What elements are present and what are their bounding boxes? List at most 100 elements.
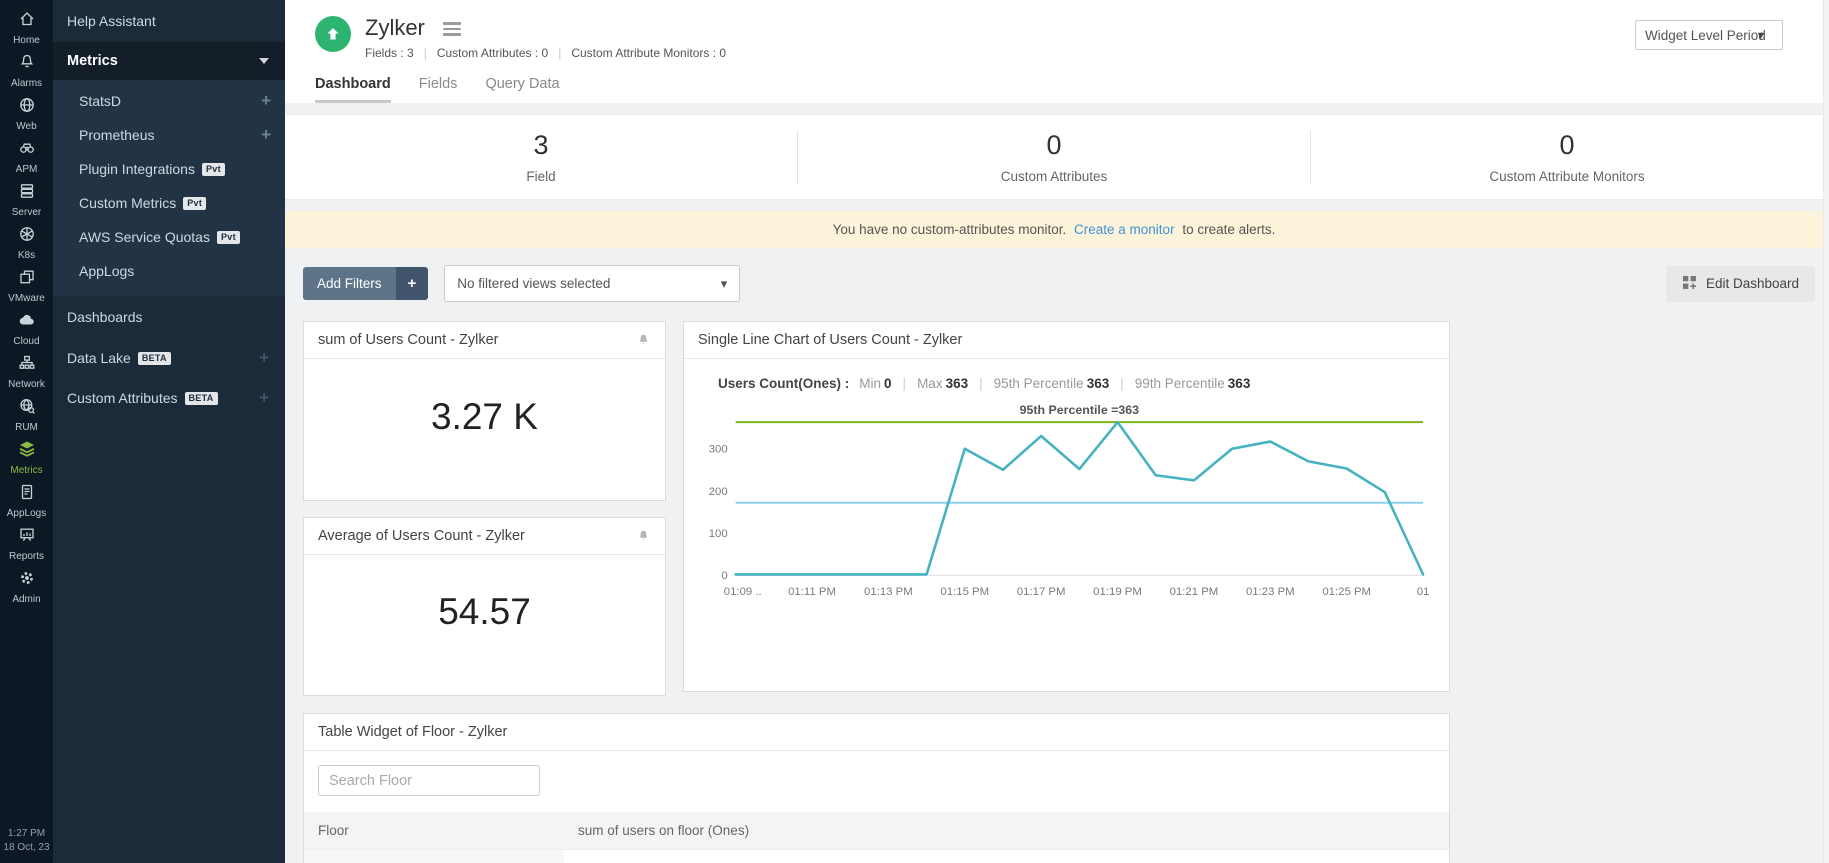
search-floor-input[interactable] bbox=[318, 765, 540, 796]
create-monitor-link[interactable]: Create a monitor bbox=[1074, 222, 1175, 237]
filter-bar: Add Filters + No filtered views selected… bbox=[285, 248, 1829, 317]
rail-item-cloud[interactable]: Cloud bbox=[0, 307, 53, 350]
widget-level-period-select[interactable]: Widget Level Period ▾ bbox=[1635, 20, 1783, 50]
svg-text:200: 200 bbox=[709, 486, 728, 498]
plus-icon[interactable]: + bbox=[261, 92, 271, 109]
svg-text:100: 100 bbox=[709, 528, 728, 540]
widget-title: Table Widget of Floor - Zylker bbox=[318, 724, 508, 740]
beta-badge: BETA bbox=[184, 391, 218, 405]
rail-item-web[interactable]: Web bbox=[0, 92, 53, 135]
svg-text:01: 01 bbox=[1417, 586, 1430, 598]
app-window: Home Alarms Web APM Server K8s VMware Cl… bbox=[0, 0, 1829, 863]
hamburger-menu-icon[interactable] bbox=[442, 20, 461, 36]
vm-stack-icon bbox=[18, 268, 36, 291]
monitor-status-up-icon bbox=[315, 16, 351, 52]
tab-fields[interactable]: Fields bbox=[419, 76, 458, 103]
table-row: 5th 204 bbox=[304, 849, 1449, 863]
pvt-badge: Pvt bbox=[201, 162, 225, 176]
main-content: Zylker Fields : 3 | Custom Attributes : 0 |… bbox=[285, 0, 1829, 863]
layers-icon bbox=[18, 440, 36, 463]
line-chart-canvas: 0 100 200 300 95th Percentile =363 01:09 .. 01… bbox=[709, 403, 1430, 598]
sidebar-item-statsd[interactable]: StatsD + bbox=[53, 84, 285, 118]
svg-text:01:11 PM: 01:11 PM bbox=[788, 586, 836, 598]
rail-item-network[interactable]: Network bbox=[0, 350, 53, 393]
svg-text:01:23 PM: 01:23 PM bbox=[1246, 586, 1295, 598]
kubernetes-icon bbox=[18, 225, 36, 248]
sidebar-item-dashboards[interactable]: Dashboards bbox=[53, 296, 285, 338]
cloud-icon bbox=[18, 311, 36, 334]
rail-item-server[interactable]: Server bbox=[0, 178, 53, 221]
chevron-down-icon bbox=[259, 58, 269, 64]
meta-custom-attributes: Custom Attributes : 0 bbox=[436, 46, 549, 60]
rail-item-k8s[interactable]: K8s bbox=[0, 221, 53, 264]
page-title: Zylker bbox=[365, 15, 425, 40]
sidebar-item-custom-attributes[interactable]: Custom Attributes BETA + bbox=[53, 378, 285, 418]
svg-text:95th Percentile =363: 95th Percentile =363 bbox=[1020, 403, 1139, 417]
rail-item-applogs[interactable]: AppLogs bbox=[0, 479, 53, 522]
widget-title: sum of Users Count - Zylker bbox=[318, 332, 499, 348]
sidebar-item-data-lake[interactable]: Data Lake BETA + bbox=[53, 338, 285, 378]
column-header-sum-users: sum of users on floor (Ones) bbox=[564, 812, 1449, 850]
widget-average-users-count: Average of Users Count - Zylker 54.57 bbox=[303, 517, 666, 696]
svg-text:01:17 PM: 01:17 PM bbox=[1017, 586, 1066, 598]
sidebar-item-applogs[interactable]: AppLogs bbox=[53, 254, 285, 288]
sidebar-item-plugin-integrations[interactable]: Plugin Integrations Pvt bbox=[53, 152, 285, 186]
plus-icon[interactable]: + bbox=[259, 349, 269, 366]
vertical-scrollbar[interactable] bbox=[1823, 0, 1829, 863]
sidebar-item-custom-metrics[interactable]: Custom Metrics Pvt bbox=[53, 186, 285, 220]
add-filters-button[interactable]: Add Filters + bbox=[303, 267, 429, 300]
sidebar-item-help-assistant[interactable]: Help Assistant bbox=[53, 0, 285, 42]
rail-item-vmware[interactable]: VMware bbox=[0, 264, 53, 307]
svg-text:01:19 PM: 01:19 PM bbox=[1093, 586, 1142, 598]
home-icon bbox=[18, 10, 36, 33]
sidebar-section-metrics[interactable]: Metrics bbox=[53, 42, 285, 80]
svg-text:01:13 PM: 01:13 PM bbox=[864, 586, 913, 598]
dashboard-grid-icon bbox=[1682, 275, 1697, 293]
chevron-down-icon: ▾ bbox=[720, 275, 728, 291]
beta-badge: BETA bbox=[137, 351, 171, 365]
binoculars-icon bbox=[18, 139, 36, 162]
svg-text:300: 300 bbox=[709, 444, 728, 456]
alert-bell-icon[interactable] bbox=[636, 529, 651, 544]
rail-item-alarms[interactable]: Alarms bbox=[0, 49, 53, 92]
pvt-badge: Pvt bbox=[216, 230, 240, 244]
svg-text:01:21 PM: 01:21 PM bbox=[1170, 586, 1219, 598]
plus-icon[interactable]: + bbox=[259, 389, 269, 406]
stat-field: 3 Field bbox=[526, 130, 556, 184]
table-header-row: Floor sum of users on floor (Ones) bbox=[304, 812, 1449, 850]
metrics-submenu: StatsD + Prometheus + Plugin Integration… bbox=[53, 80, 285, 296]
stat-custom-attributes: 0 Custom Attributes bbox=[797, 130, 1310, 184]
average-value: 54.57 bbox=[438, 591, 531, 632]
cell-floor: 5th bbox=[304, 849, 564, 863]
alert-bell-icon[interactable] bbox=[636, 333, 651, 348]
icon-rail: Home Alarms Web APM Server K8s VMware Cl… bbox=[0, 0, 53, 863]
widget-sum-users-count: sum of Users Count - Zylker 3.27 K bbox=[303, 321, 666, 501]
tab-query-data[interactable]: Query Data bbox=[485, 76, 559, 103]
dashboard-widgets: sum of Users Count - Zylker 3.27 K Avera… bbox=[285, 317, 1829, 863]
rail-item-admin[interactable]: Admin bbox=[0, 565, 53, 608]
cell-sum-users: 204 bbox=[564, 849, 1449, 863]
sum-value: 3.27 K bbox=[431, 395, 538, 437]
svg-text:01:15 PM: 01:15 PM bbox=[940, 586, 989, 598]
widget-single-line-chart: Single Line Chart of Users Count - Zylke… bbox=[683, 321, 1450, 692]
tab-dashboard[interactable]: Dashboard bbox=[315, 76, 391, 103]
sidebar-item-aws-service-quotas[interactable]: AWS Service Quotas Pvt bbox=[53, 220, 285, 254]
gear-icon bbox=[18, 569, 36, 592]
plus-icon[interactable]: + bbox=[395, 267, 429, 300]
meta-custom-attribute-monitors: Custom Attribute Monitors : 0 bbox=[571, 46, 727, 60]
svg-text:01:09 ..: 01:09 .. bbox=[724, 586, 762, 598]
filtered-views-dropdown[interactable]: No filtered views selected ▾ bbox=[444, 265, 741, 302]
stat-custom-attribute-monitors: 0 Custom Attribute Monitors bbox=[1310, 130, 1823, 184]
edit-dashboard-button[interactable]: Edit Dashboard bbox=[1665, 265, 1815, 302]
sidebar-item-prometheus[interactable]: Prometheus + bbox=[53, 118, 285, 152]
rail-item-home[interactable]: Home bbox=[0, 6, 53, 49]
svg-text:01:25 PM: 01:25 PM bbox=[1322, 586, 1371, 598]
pvt-badge: Pvt bbox=[183, 196, 207, 210]
bell-icon bbox=[18, 53, 36, 76]
rail-item-rum[interactable]: RUM bbox=[0, 393, 53, 436]
rail-item-reports[interactable]: Reports bbox=[0, 522, 53, 565]
network-icon bbox=[18, 354, 36, 377]
rail-item-metrics[interactable]: Metrics bbox=[0, 436, 53, 479]
plus-icon[interactable]: + bbox=[261, 126, 271, 143]
rail-item-apm[interactable]: APM bbox=[0, 135, 53, 178]
